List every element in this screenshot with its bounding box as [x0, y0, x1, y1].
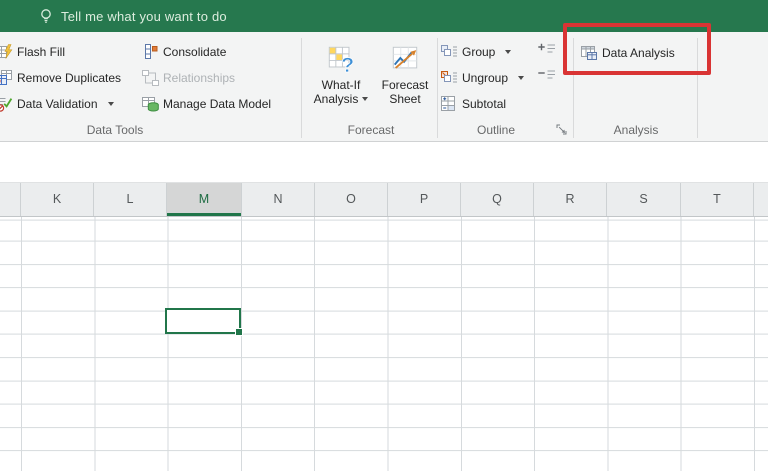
- subtotal-icon: [441, 96, 458, 112]
- what-if-analysis-dropdown-icon[interactable]: [362, 97, 369, 102]
- svg-text:?: ?: [341, 52, 354, 74]
- what-if-analysis-icon: ?: [326, 44, 356, 74]
- column-header-o[interactable]: O: [315, 183, 388, 216]
- manage-data-model-button[interactable]: Manage Data Model: [142, 93, 271, 115]
- excel-window: Tell me what you want to do Flash Fill R…: [0, 0, 768, 471]
- group-separator: [437, 38, 438, 138]
- remove-duplicates-label: Remove Duplicates: [17, 71, 122, 85]
- ungroup-label: Ungroup: [462, 71, 509, 85]
- column-headers: K L M N O P Q R S T: [0, 183, 768, 217]
- sheet-grid[interactable]: [0, 217, 768, 471]
- what-if-analysis-label-line2: Analysis: [313, 91, 359, 106]
- column-header-n[interactable]: N: [242, 183, 315, 216]
- hide-detail-button[interactable]: [538, 69, 556, 84]
- group-separator: [301, 38, 302, 138]
- manage-data-model-label: Manage Data Model: [163, 97, 272, 111]
- ungroup-dropdown-icon[interactable]: [518, 76, 525, 80]
- consolidate-label: Consolidate: [163, 45, 227, 59]
- highlight-rectangle: [563, 23, 711, 75]
- relationships-icon: [142, 70, 159, 86]
- group-button[interactable]: Group: [441, 41, 512, 63]
- tell-me-label[interactable]: Tell me what you want to do: [61, 9, 227, 24]
- column-header-t[interactable]: T: [681, 183, 754, 216]
- ungroup-button[interactable]: Ungroup: [441, 67, 525, 89]
- data-validation-dropdown-icon[interactable]: [107, 102, 114, 106]
- analysis-group-label: Analysis: [613, 123, 659, 137]
- forecast-sheet-icon: [390, 44, 420, 74]
- remove-duplicates-icon: [0, 70, 13, 86]
- formula-bar-area[interactable]: [0, 142, 768, 183]
- group-dropdown-icon[interactable]: [505, 50, 512, 54]
- selected-cell[interactable]: [165, 308, 243, 336]
- data-validation-icon: [0, 96, 13, 112]
- forecast-sheet-label-line2: Sheet: [389, 91, 421, 106]
- column-header-k[interactable]: K: [21, 183, 94, 216]
- what-if-analysis-label-line1: What-If: [321, 78, 361, 92]
- forecast-sheet-label-line1: Forecast: [381, 78, 429, 92]
- column-header-q[interactable]: Q: [461, 183, 534, 216]
- flash-fill-label: Flash Fill: [17, 45, 66, 59]
- outline-group-label: Outline: [476, 123, 516, 137]
- column-header-l[interactable]: L: [94, 183, 167, 216]
- lightbulb-icon: [37, 7, 55, 25]
- relationships-button: Relationships: [142, 67, 235, 89]
- relationships-label: Relationships: [163, 71, 236, 85]
- fill-handle[interactable]: [235, 328, 243, 336]
- consolidate-icon: [142, 44, 159, 60]
- column-header-s[interactable]: S: [607, 183, 681, 216]
- column-header-p[interactable]: P: [388, 183, 461, 216]
- flash-fill-button[interactable]: Flash Fill: [0, 41, 65, 63]
- forecast-group-label: Forecast: [347, 123, 395, 137]
- data-tools-group-label: Data Tools: [86, 123, 144, 137]
- group-icon: [441, 44, 458, 60]
- data-validation-label: Data Validation: [17, 97, 98, 111]
- column-header-partial[interactable]: [754, 183, 768, 216]
- column-header-partial[interactable]: [0, 183, 21, 216]
- outline-dialog-launcher-icon[interactable]: [556, 122, 567, 135]
- ungroup-icon: [441, 70, 458, 86]
- subtotal-button[interactable]: Subtotal: [441, 93, 506, 115]
- data-validation-button[interactable]: Data Validation: [0, 93, 114, 115]
- manage-data-model-icon: [142, 96, 159, 112]
- column-header-m-selected[interactable]: M: [167, 183, 242, 216]
- remove-duplicates-button[interactable]: Remove Duplicates: [0, 67, 121, 89]
- subtotal-label: Subtotal: [462, 97, 507, 111]
- flash-fill-icon: [0, 44, 13, 60]
- consolidate-button[interactable]: Consolidate: [142, 41, 226, 63]
- column-header-r[interactable]: R: [534, 183, 607, 216]
- group-label: Group: [462, 45, 496, 59]
- show-detail-button[interactable]: [538, 43, 556, 58]
